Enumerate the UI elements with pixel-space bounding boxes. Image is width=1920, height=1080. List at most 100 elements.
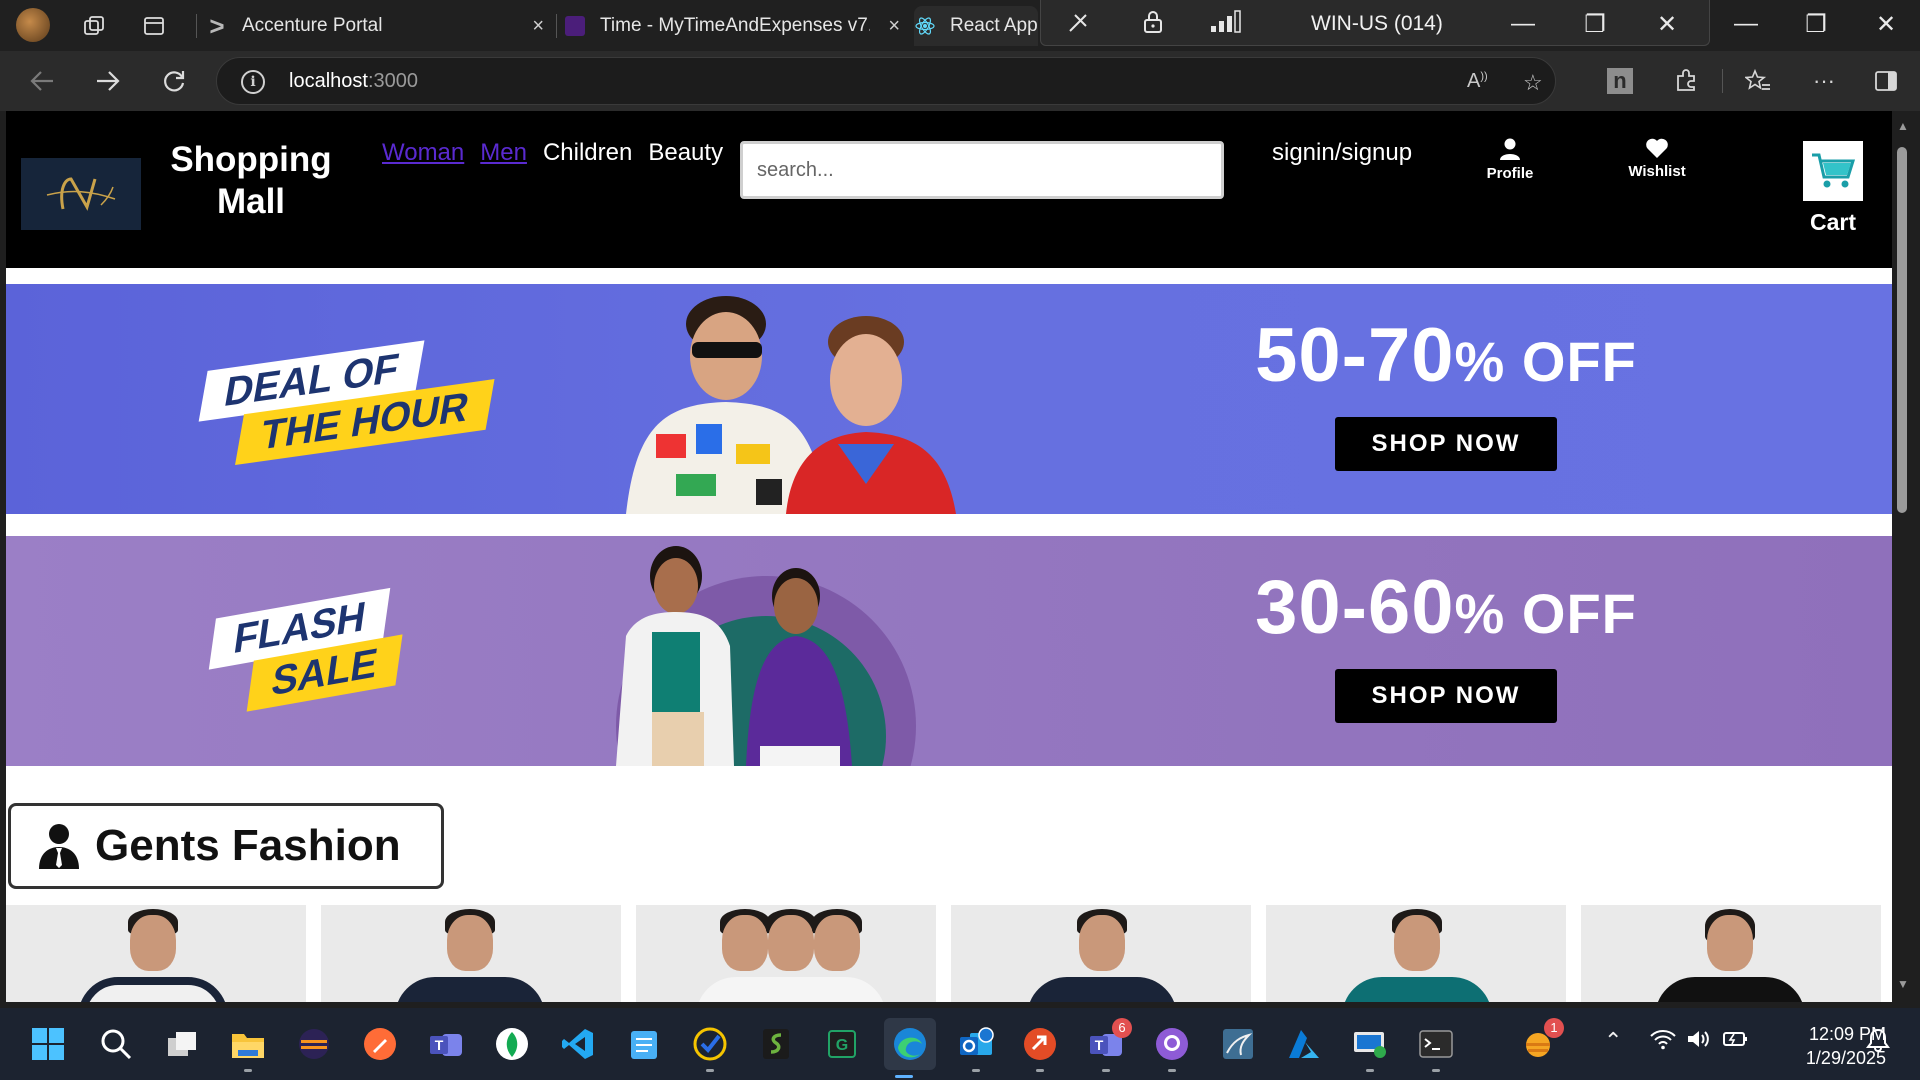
show-hidden-icons-chevron-icon[interactable]: ⌃ xyxy=(1604,1028,1622,1054)
refresh-icon[interactable] xyxy=(158,65,190,97)
search-input[interactable] xyxy=(740,141,1224,199)
scroll-down-arrow-icon[interactable]: ▼ xyxy=(1897,977,1909,991)
product-card[interactable] xyxy=(636,905,936,1002)
browser-close-button[interactable]: ✕ xyxy=(1866,10,1906,39)
favorites-icon[interactable] xyxy=(1742,65,1774,97)
tab-title: Accenture Portal xyxy=(242,15,383,36)
shopping-cart-icon xyxy=(1803,141,1863,201)
windows-start-icon[interactable] xyxy=(28,1024,68,1064)
sts-icon[interactable] xyxy=(756,1024,796,1064)
nav-link-children[interactable]: Children xyxy=(543,139,632,167)
lock-icon[interactable] xyxy=(1139,8,1167,36)
windows-taskbar: T G T 6 1 ⌃ 12:09 PM 1/29/2025 xyxy=(0,1008,1920,1080)
azure-icon[interactable] xyxy=(1284,1024,1324,1064)
file-explorer-icon[interactable] xyxy=(228,1024,268,1072)
rdp-minimize-button[interactable]: — xyxy=(1503,10,1543,38)
url-text[interactable]: localhost:3000 xyxy=(289,70,418,93)
tab-accenture-portal[interactable]: > Accenture Portal × xyxy=(206,6,550,46)
todo-icon[interactable] xyxy=(690,1024,730,1072)
browser-toolbar: i localhost:3000 A)) ☆ n ··· xyxy=(0,51,1920,111)
favorite-star-icon[interactable]: ☆ xyxy=(1523,70,1543,96)
eclipse-icon[interactable] xyxy=(294,1024,334,1064)
edge-icon[interactable] xyxy=(884,1018,936,1078)
product-card[interactable] xyxy=(1266,905,1566,1002)
browser-restore-button[interactable]: ❐ xyxy=(1796,10,1836,39)
github-icon[interactable] xyxy=(1152,1024,1192,1072)
page-scrollbar[interactable]: ▲ ▼ xyxy=(1892,111,1914,1002)
forward-icon[interactable] xyxy=(92,65,124,97)
rdp-restore-button[interactable]: ❐ xyxy=(1575,10,1615,39)
shop-now-button[interactable]: SHOP NOW xyxy=(1335,669,1557,723)
product-image xyxy=(130,915,176,971)
task-view-icon[interactable] xyxy=(162,1024,202,1064)
site-header: Shopping Mall Woman Men Children Beauty … xyxy=(6,111,1892,268)
remote-icon[interactable] xyxy=(1020,1024,1060,1072)
brand-logo[interactable] xyxy=(21,158,141,230)
cart-button[interactable]: Cart xyxy=(1796,141,1870,236)
nav-link-men[interactable]: Men xyxy=(480,139,527,167)
tab-react-app[interactable]: React App xyxy=(914,6,1038,46)
notification-badge: 1 xyxy=(1544,1018,1564,1038)
workspaces-icon[interactable] xyxy=(80,12,108,40)
product-card[interactable] xyxy=(6,905,306,1002)
scroll-up-arrow-icon[interactable]: ▲ xyxy=(1897,119,1909,133)
react-logo-icon xyxy=(914,15,936,37)
battery-icon[interactable] xyxy=(1722,1028,1750,1056)
site-info-icon[interactable]: i xyxy=(241,70,265,94)
notification-bell-icon[interactable] xyxy=(1866,1028,1890,1058)
postman-icon[interactable] xyxy=(360,1024,400,1064)
profile-avatar-icon[interactable] xyxy=(16,8,50,42)
shop-now-button[interactable]: SHOP NOW xyxy=(1335,417,1557,471)
product-card[interactable] xyxy=(951,905,1251,1002)
wishlist-button[interactable]: Wishlist xyxy=(1617,137,1697,180)
product-card[interactable] xyxy=(321,905,621,1002)
extension-n-icon[interactable]: n xyxy=(1604,65,1636,97)
pin-icon[interactable] xyxy=(1065,8,1093,36)
profile-button[interactable]: Profile xyxy=(1470,137,1550,182)
read-aloud-icon[interactable]: A)) xyxy=(1467,70,1488,93)
nav-link-beauty[interactable]: Beauty xyxy=(648,139,723,167)
close-tab-icon[interactable]: × xyxy=(532,15,544,38)
signin-signup-link[interactable]: signin/signup xyxy=(1272,139,1412,167)
search-icon[interactable] xyxy=(96,1024,136,1064)
mysql-icon[interactable] xyxy=(1218,1024,1258,1064)
banner-deal-of-the-hour[interactable]: DEAL OF THE HOUR 50-70% OFF SHOP NOW xyxy=(6,284,1892,514)
close-tab-icon[interactable]: × xyxy=(888,15,900,38)
teams-icon[interactable]: T xyxy=(426,1024,466,1064)
vscode-icon[interactable] xyxy=(558,1024,598,1064)
weather-icon[interactable]: 1 xyxy=(1518,1018,1564,1064)
terminal-icon[interactable] xyxy=(1416,1024,1456,1072)
git-icon[interactable]: G xyxy=(822,1024,862,1064)
mongodb-icon[interactable] xyxy=(492,1024,532,1064)
product-image xyxy=(1655,977,1805,1002)
page-viewport: Shopping Mall Woman Men Children Beauty … xyxy=(6,111,1892,1002)
nav-link-woman[interactable]: Woman xyxy=(382,139,464,167)
address-bar[interactable]: i localhost:3000 A)) ☆ xyxy=(216,57,1556,105)
product-image xyxy=(447,915,493,971)
teams-work-icon[interactable]: T 6 xyxy=(1086,1018,1132,1072)
scrollbar-thumb[interactable] xyxy=(1897,147,1907,513)
sidebar-toggle-icon[interactable] xyxy=(1870,65,1902,97)
brand-name[interactable]: Shopping Mall xyxy=(156,139,346,223)
tab-separator xyxy=(196,14,197,38)
browser-minimize-button[interactable]: — xyxy=(1726,10,1766,38)
more-options-icon[interactable]: ··· xyxy=(1808,65,1840,97)
product-grid xyxy=(6,905,1892,1002)
banner-flash-sale[interactable]: FLASH SALE 30-60% OFF SHOP NOW xyxy=(6,536,1892,766)
product-image xyxy=(696,977,886,1002)
remote-desktop-icon[interactable] xyxy=(1350,1024,1390,1072)
extensions-puzzle-icon[interactable] xyxy=(1670,65,1702,97)
user-tie-icon xyxy=(39,824,79,869)
notification-badge: 6 xyxy=(1112,1018,1132,1038)
tab-mytime[interactable]: Time - MyTimeAndExpenses v7.0. × xyxy=(564,6,906,46)
tab-actions-icon[interactable] xyxy=(140,12,168,40)
wifi-icon[interactable] xyxy=(1650,1028,1676,1056)
running-indicator xyxy=(244,1069,252,1072)
profile-label: Profile xyxy=(1486,165,1534,182)
outlook-icon[interactable] xyxy=(956,1024,996,1072)
product-card[interactable] xyxy=(1581,905,1881,1002)
notepad-icon[interactable] xyxy=(624,1024,664,1064)
rdp-close-button[interactable]: ✕ xyxy=(1647,10,1687,39)
volume-icon[interactable] xyxy=(1686,1028,1712,1056)
back-icon[interactable] xyxy=(26,65,58,97)
